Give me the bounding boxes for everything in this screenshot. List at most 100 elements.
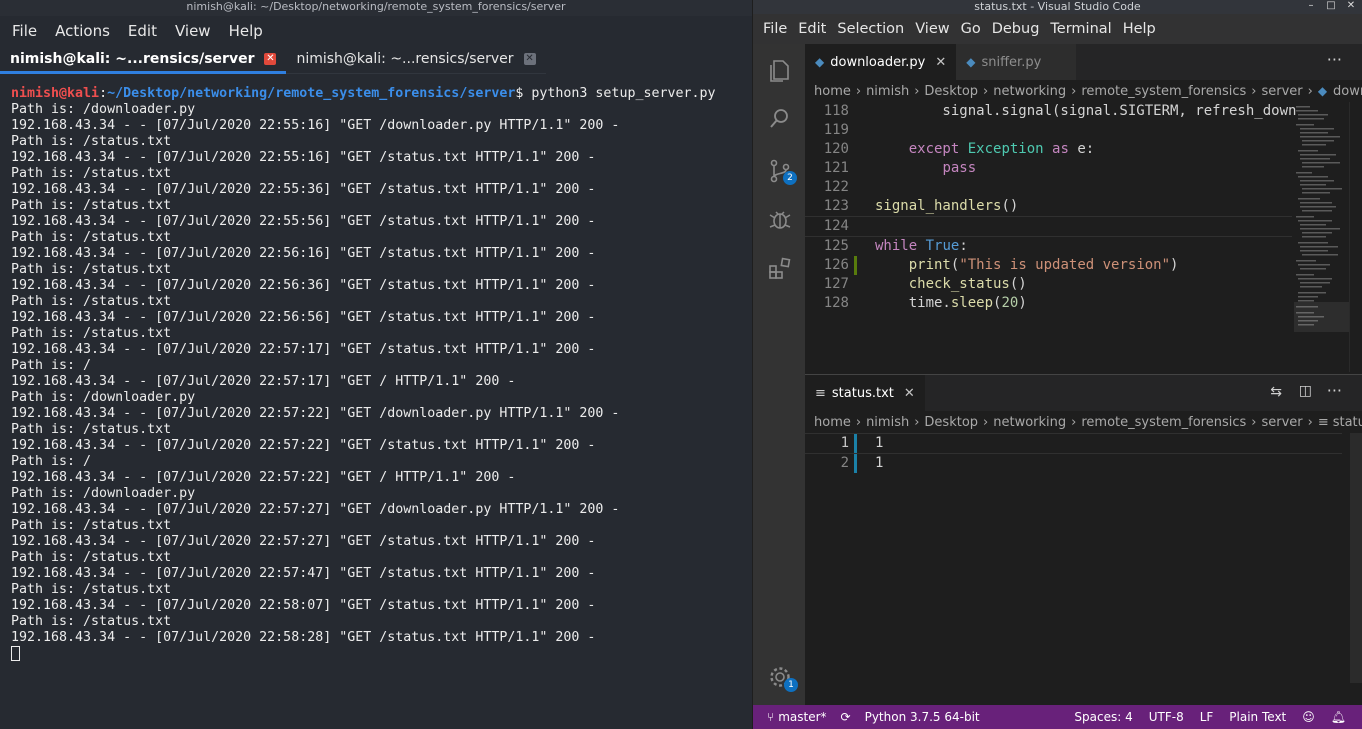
number-literal: 20 [1001, 295, 1019, 311]
menu-help[interactable]: Help [229, 22, 263, 40]
code-line-current: 11 [805, 433, 1342, 454]
tab-status-txt[interactable]: ≡ status.txt ✕ [805, 375, 925, 411]
chevron-right-icon: › [914, 83, 920, 99]
vsc-menu-edit[interactable]: Edit [798, 21, 826, 37]
crumb[interactable]: server [1261, 415, 1302, 430]
chevron-right-icon: › [1307, 83, 1313, 99]
vsc-menu-terminal[interactable]: Terminal [1050, 21, 1111, 37]
crumb[interactable]: nimish [866, 84, 909, 99]
terminal-tab-label: nimish@kali: ~...rensics/server [296, 51, 514, 67]
terminal-tab-1[interactable]: nimish@kali: ~...rensics/server ✕ [0, 46, 287, 74]
terminal-output[interactable]: nimish@kali:~/Desktop/networking/remote_… [0, 86, 752, 729]
scm-badge: 2 [783, 171, 797, 185]
code-text: 1 [875, 455, 884, 471]
input-line[interactable] [11, 646, 752, 664]
crumb[interactable]: downloader.py [1333, 84, 1362, 99]
vsc-menu-help[interactable]: Help [1123, 21, 1156, 37]
vsc-menu-selection[interactable]: Selection [837, 21, 904, 37]
crumb[interactable]: remote_system_forensics [1081, 415, 1246, 430]
crumb[interactable]: networking [993, 84, 1066, 99]
vsc-menu-view[interactable]: View [915, 21, 949, 37]
indentation[interactable]: Spaces: 4 [1074, 710, 1132, 724]
end-of-line[interactable]: LF [1200, 710, 1214, 724]
line-number: 122 [823, 179, 849, 195]
terminal-menubar: File Actions Edit View Help [0, 16, 752, 46]
keyword: while [875, 238, 918, 254]
git-branch[interactable]: master* [778, 710, 826, 724]
menu-file[interactable]: File [12, 22, 37, 40]
chevron-right-icon: › [914, 414, 920, 430]
line-number: 123 [823, 198, 849, 214]
vertical-scrollbar[interactable] [1349, 102, 1362, 372]
maximize-icon[interactable]: □ [1326, 1, 1336, 11]
code-line-modified: 126 print("This is updated version") [805, 256, 1292, 275]
log-line: Path is: /status.txt [11, 614, 172, 629]
log-line: 192.168.43.34 - - [07/Jul/2020 22:57:27]… [11, 502, 620, 517]
log-line: 192.168.43.34 - - [07/Jul/2020 22:56:56]… [11, 310, 596, 325]
terminal-tab-2[interactable]: nimish@kali: ~...rensics/server ✕ [286, 45, 546, 74]
close-icon[interactable]: ✕ [523, 53, 536, 65]
debug-icon[interactable] [767, 206, 793, 232]
code-editor[interactable]: 11 21 [805, 433, 1342, 473]
log-line: Path is: /status.txt [11, 166, 172, 181]
crumb[interactable]: remote_system_forensics [1081, 84, 1246, 99]
vscode-menubar: File Edit Selection View Go Debug Termin… [753, 14, 1362, 44]
language-mode[interactable]: Plain Text [1229, 710, 1286, 724]
vertical-scrollbar[interactable] [1350, 433, 1362, 683]
menu-actions[interactable]: Actions [55, 22, 110, 40]
vsc-menu-go[interactable]: Go [961, 21, 981, 37]
crumb[interactable]: server [1261, 84, 1302, 99]
code-line: 127 check_status() [805, 275, 1292, 294]
chevron-right-icon: › [1251, 414, 1257, 430]
code-editor[interactable]: 118 signal.signal(signal.SIGTERM, refres… [805, 102, 1296, 313]
python-interpreter[interactable]: Python 3.7.5 64-bit [865, 710, 980, 724]
log-line: 192.168.43.34 - - [07/Jul/2020 22:58:28]… [11, 630, 596, 645]
files-icon[interactable] [767, 58, 793, 84]
tab-downloader-py[interactable]: ◆ downloader.py ✕ [805, 44, 957, 80]
crumb[interactable]: home [814, 415, 851, 430]
log-line: 192.168.43.34 - - [07/Jul/2020 22:58:07]… [11, 598, 596, 613]
editor-tabbar: ◆ downloader.py ✕ ◆ sniffer.py ··· [805, 44, 1362, 80]
close-window-icon[interactable]: ✕ [1346, 1, 1356, 11]
menu-view[interactable]: View [175, 22, 211, 40]
close-icon[interactable]: ✕ [935, 55, 946, 70]
string-literal: "This is updated version" [959, 257, 1171, 273]
line-number: 128 [823, 295, 849, 311]
crumb[interactable]: Desktop [924, 84, 978, 99]
editor-group-bottom: ≡ status.txt ✕ ⇆ ◫ ··· home › nimish › Des… [805, 374, 1362, 709]
chevron-right-icon: › [1251, 83, 1257, 99]
vsc-menu-debug[interactable]: Debug [992, 21, 1040, 37]
minimize-icon[interactable]: – [1306, 1, 1316, 11]
close-icon[interactable]: ✕ [904, 386, 915, 401]
log-line: Path is: /status.txt [11, 550, 172, 565]
encoding[interactable]: UTF-8 [1149, 710, 1184, 724]
minimap[interactable] [1294, 102, 1350, 352]
editor-group-top: ◆ downloader.py ✕ ◆ sniffer.py ··· home ›… [805, 44, 1362, 372]
log-line: 192.168.43.34 - - [07/Jul/2020 22:55:16]… [11, 118, 620, 133]
feedback-smiley-icon[interactable]: ☺ [1302, 710, 1315, 724]
close-icon[interactable]: ✕ [264, 52, 277, 65]
log-line: Path is: /downloader.py [11, 390, 196, 405]
crumb[interactable]: nimish [866, 415, 909, 430]
menu-edit[interactable]: Edit [128, 22, 157, 40]
more-actions-icon[interactable]: ··· [1327, 50, 1342, 69]
split-editor-icon[interactable]: ◫ [1299, 383, 1312, 399]
crumb[interactable]: status.txt [1333, 415, 1362, 430]
sync-icon[interactable]: ⟳ [841, 710, 851, 724]
compare-changes-icon[interactable]: ⇆ [1270, 384, 1282, 400]
log-line: 192.168.43.34 - - [07/Jul/2020 22:57:27]… [11, 534, 596, 549]
log-line: Path is: /status.txt [11, 582, 172, 597]
notifications-bell-icon[interactable]: 🔔︎ [1331, 710, 1346, 724]
tab-sniffer-py[interactable]: ◆ sniffer.py [956, 44, 1077, 80]
crumb[interactable]: home [814, 84, 851, 99]
log-line: 192.168.43.34 - - [07/Jul/2020 22:57:17]… [11, 374, 516, 389]
function-call: print [908, 257, 951, 273]
class-name: Exception [967, 141, 1044, 157]
crumb[interactable]: networking [993, 415, 1066, 430]
vsc-menu-file[interactable]: File [763, 21, 787, 37]
extensions-icon[interactable] [767, 256, 793, 282]
more-actions-icon[interactable]: ··· [1327, 381, 1342, 400]
code-line: 123 signal_handlers() [805, 197, 1292, 216]
search-icon[interactable] [767, 106, 793, 132]
crumb[interactable]: Desktop [924, 415, 978, 430]
